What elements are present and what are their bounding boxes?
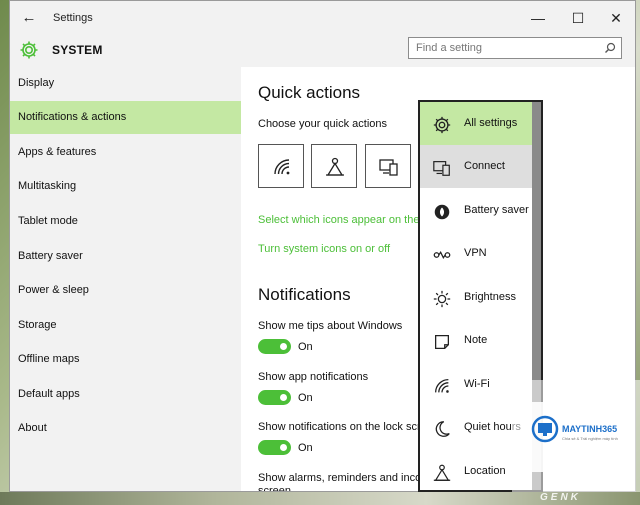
maytinh365-logo-icon bbox=[531, 415, 559, 443]
flyout-label: Wi-Fi bbox=[464, 378, 490, 390]
back-button[interactable]: ← bbox=[20, 9, 38, 27]
toggle-tips-state: On bbox=[298, 341, 313, 353]
search-input[interactable]: Find a setting bbox=[408, 37, 622, 59]
sidebar-item-display[interactable]: Display bbox=[10, 67, 241, 100]
window-title: Settings bbox=[53, 12, 93, 24]
flyout-label: All settings bbox=[464, 117, 518, 129]
battery-saver-icon bbox=[434, 204, 450, 220]
setting-label-lock-screen: Show notifications on the lock scr bbox=[258, 421, 421, 433]
gear-icon bbox=[433, 116, 451, 134]
gear-icon bbox=[20, 41, 38, 59]
watermark-brand: MAYTINH365 bbox=[562, 424, 618, 434]
note-icon bbox=[435, 335, 449, 349]
setting-label-tips: Show me tips about Windows bbox=[258, 320, 403, 332]
sidebar-item-offline-maps[interactable]: Offline maps bbox=[10, 343, 241, 376]
watermark-tagline: Chia sẻ & Trải nghiệm máy tính bbox=[562, 436, 618, 441]
toggle-app-notifications-state: On bbox=[298, 392, 313, 404]
location-icon bbox=[433, 464, 451, 481]
choose-quick-actions-label: Choose your quick actions bbox=[258, 118, 388, 130]
flyout-item-note[interactable]: Note bbox=[420, 319, 534, 362]
flyout-label: Connect bbox=[464, 160, 505, 172]
quick-action-tile-location[interactable] bbox=[311, 144, 357, 188]
flyout-label: Battery saver bbox=[464, 204, 529, 216]
flyout-item-vpn[interactable]: VPN bbox=[420, 232, 534, 275]
toggle-app-notifications[interactable] bbox=[258, 390, 291, 405]
sidebar-item-power-sleep[interactable]: Power & sleep bbox=[10, 274, 241, 307]
flyout-label: Brightness bbox=[464, 291, 516, 303]
flyout-item-brightness[interactable]: Brightness bbox=[420, 276, 534, 319]
vpn-icon bbox=[433, 251, 451, 259]
watermark-card: MAYTINH365 Chia sẻ & Trải nghiệm máy tín… bbox=[522, 402, 634, 472]
close-button[interactable]: ✕ bbox=[605, 7, 627, 29]
minimize-button[interactable]: — bbox=[527, 7, 549, 29]
moon-icon bbox=[435, 421, 450, 437]
wifi-icon bbox=[274, 159, 290, 175]
select-icons-link[interactable]: Select which icons appear on the bbox=[258, 214, 419, 226]
quick-action-tile-connect[interactable] bbox=[365, 144, 411, 188]
sidebar-item-apps[interactable]: Apps & features bbox=[10, 136, 241, 169]
brightness-icon bbox=[433, 290, 451, 308]
watermark-panel: MAYTINH365 Chia sẻ & Trải nghiệm máy tín… bbox=[512, 380, 640, 492]
flyout-label: Location bbox=[464, 465, 506, 477]
quick-actions-heading: Quick actions bbox=[258, 83, 361, 102]
flyout-item-all-settings[interactable]: All settings bbox=[420, 102, 534, 145]
connect-icon bbox=[433, 161, 450, 176]
wifi-icon bbox=[435, 379, 449, 393]
toggle-lock-screen-state: On bbox=[298, 442, 313, 454]
genk-watermark: GENK bbox=[540, 492, 581, 503]
page-header: SYSTEM Find a setting bbox=[10, 35, 635, 67]
toggle-lock-screen[interactable] bbox=[258, 440, 291, 455]
sidebar-item-default-apps[interactable]: Default apps bbox=[10, 378, 241, 411]
sidebar-item-storage[interactable]: Storage bbox=[10, 309, 241, 342]
flyout-label: Note bbox=[464, 334, 488, 346]
quick-action-tile-wifi[interactable] bbox=[258, 144, 304, 188]
sidebar-item-about[interactable]: About bbox=[10, 412, 241, 445]
search-placeholder: Find a setting bbox=[416, 42, 483, 54]
setting-label-alarms-line2: screen bbox=[258, 485, 292, 492]
location-icon bbox=[326, 157, 344, 176]
notifications-heading: Notifications bbox=[258, 285, 351, 304]
page-title: SYSTEM bbox=[52, 43, 103, 57]
toggle-tips[interactable] bbox=[258, 339, 291, 354]
sidebar: Display Notifications & actions Apps & f… bbox=[10, 67, 241, 491]
flyout-item-connect[interactable]: Connect bbox=[420, 145, 534, 188]
sidebar-item-multitasking[interactable]: Multitasking bbox=[10, 170, 241, 203]
sidebar-item-tablet-mode[interactable]: Tablet mode bbox=[10, 205, 241, 238]
flyout-label: VPN bbox=[464, 247, 487, 259]
setting-label-alarms: Show alarms, reminders and incom bbox=[258, 472, 431, 484]
sidebar-item-notifications[interactable]: Notifications & actions bbox=[10, 101, 241, 134]
title-bar: ← Settings — ☐ ✕ bbox=[10, 1, 635, 35]
search-icon[interactable] bbox=[604, 42, 616, 54]
flyout-item-battery-saver[interactable]: Battery saver bbox=[420, 189, 534, 232]
system-icons-link[interactable]: Turn system icons on or off bbox=[258, 243, 390, 255]
connect-icon bbox=[379, 159, 398, 176]
setting-label-app-notifications: Show app notifications bbox=[258, 371, 369, 383]
maximize-button[interactable]: ☐ bbox=[567, 7, 589, 29]
sidebar-item-battery-saver[interactable]: Battery saver bbox=[10, 240, 241, 273]
